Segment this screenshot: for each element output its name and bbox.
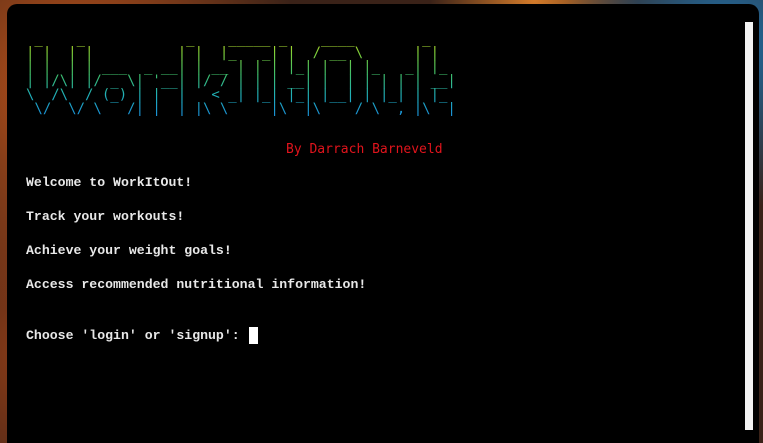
terminal-output: _ _ _ _____ _ ____ _ | | | | | | |_ _| |…: [26, 32, 739, 344]
login-signup-prompt: Choose 'login' or 'signup':: [26, 328, 240, 343]
nutrition-message: Access recommended nutritional informati…: [26, 277, 367, 292]
goals-message: Achieve your weight goals!: [26, 243, 232, 258]
scrollbar-thumb[interactable]: [745, 22, 753, 430]
ascii-banner: _ _ _ _____ _ ____ _ | | | | | | |_ _| |…: [26, 32, 739, 116]
welcome-message: Welcome to WorkItOut!: [26, 175, 193, 190]
terminal-window[interactable]: _ _ _ _____ _ ____ _ | | | | | | |_ _| |…: [7, 4, 759, 443]
text-cursor[interactable]: [248, 327, 258, 344]
author-credit: By Darrach Barneveld: [286, 142, 443, 157]
track-message: Track your workouts!: [26, 209, 185, 224]
scrollbar[interactable]: [745, 22, 753, 430]
prompt-line[interactable]: Choose 'login' or 'signup':: [26, 327, 739, 344]
